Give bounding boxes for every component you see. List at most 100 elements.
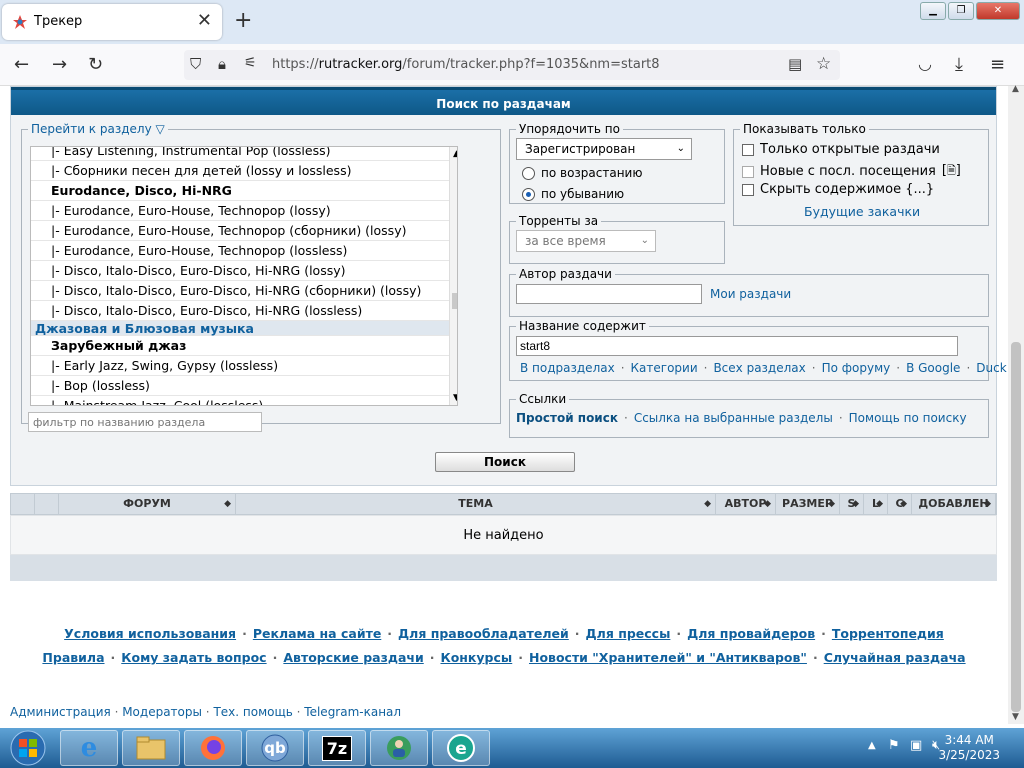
page-scroll-thumb[interactable] — [1011, 342, 1021, 712]
column-header[interactable]: C ◆ — [888, 494, 912, 514]
browser-tab[interactable]: Трекер ✕ — [2, 4, 222, 40]
footer-link[interactable]: Торрентопедия — [832, 626, 944, 641]
footer-link[interactable]: Условия использования — [64, 626, 236, 641]
restore-icon[interactable]: ❐ — [948, 2, 974, 20]
7zip-icon[interactable]: 7z — [308, 730, 366, 766]
hide-content-option[interactable]: Скрыть содержимое {...} — [742, 182, 934, 197]
column-header[interactable]: ФОРУМ ◆ — [59, 494, 236, 514]
forum-option[interactable]: |- Easy Listening, Instrumental Pop (los… — [31, 147, 457, 161]
url-bar[interactable]: ⛉ 🔒︎ ⚟ https://rutracker.org/forum/track… — [184, 50, 840, 80]
qbittorrent-icon[interactable]: qb — [246, 730, 304, 766]
forum-list-scrollbar[interactable]: ▲ ▼ — [449, 147, 457, 405]
shield-icon[interactable]: ⛉ — [190, 55, 201, 73]
page-scroll-up-icon[interactable]: ▲ — [1012, 84, 1019, 94]
forum-scroll-thumb[interactable] — [452, 293, 457, 309]
firefox-icon[interactable] — [184, 730, 242, 766]
footer-link[interactable]: Авторские раздачи — [283, 650, 423, 665]
title-search-link[interactable]: По форуму — [822, 361, 891, 375]
selected-forums-link[interactable]: Ссылка на выбранные разделы — [634, 411, 833, 425]
page-scroll-down-icon[interactable]: ▼ — [1012, 712, 1019, 722]
user-app-icon[interactable] — [370, 730, 428, 766]
my-torrents-link[interactable]: Мои раздачи — [710, 287, 791, 301]
footer-link[interactable]: Конкурсы — [440, 650, 512, 665]
edge-icon[interactable]: e — [432, 730, 490, 766]
forum-category[interactable]: Зарубежный джаз — [31, 336, 457, 356]
column-header[interactable]: АВТОР ◆ — [716, 494, 776, 514]
title-search-link[interactable]: В Google — [906, 361, 960, 375]
flag-icon[interactable]: ⚑ — [888, 738, 900, 753]
forum-option[interactable]: |- Disco, Italo-Disco, Euro-Disco, Hi-NR… — [31, 301, 457, 321]
search-button[interactable]: Поиск — [435, 452, 575, 472]
column-header[interactable]: РАЗМЕР ◆ — [776, 494, 840, 514]
new-since-option[interactable]: Новые с посл. посещения [🗎︎] — [742, 162, 961, 181]
order-asc-option[interactable]: по возрастанию — [522, 166, 642, 180]
title-search-link[interactable]: В подразделах — [520, 361, 615, 375]
forum-option[interactable]: |- Сборники песен для детей (lossy и los… — [31, 161, 457, 181]
forum-option[interactable]: |- Bop (lossless) — [31, 376, 457, 396]
column-header[interactable]: ТЕМА ◆ — [236, 494, 716, 514]
forum-filter-input[interactable] — [28, 412, 262, 432]
forum-category[interactable]: Eurodance, Disco, Hi-NRG — [31, 181, 457, 201]
column-header[interactable]: S ◆ — [840, 494, 864, 514]
simple-search-link[interactable]: Простой поиск — [516, 411, 618, 425]
column-header[interactable]: ДОБАВЛЕН ◆ — [912, 494, 996, 514]
network-icon[interactable]: ▣ — [910, 738, 922, 753]
new-since-checkbox[interactable] — [742, 165, 754, 178]
future-downloads-link[interactable]: Будущие закачки — [804, 204, 920, 219]
admin-link[interactable]: Тех. помощь — [213, 705, 292, 719]
footer-link[interactable]: Для провайдеров — [687, 626, 815, 641]
lock-icon[interactable]: 🔒︎ — [218, 55, 226, 73]
forum-option[interactable]: |- Mainstream Jazz, Cool (lossless) — [31, 396, 457, 405]
back-icon[interactable]: ← — [14, 54, 29, 75]
clock[interactable]: 3:44 AM 3/25/2023 — [938, 733, 1000, 763]
title-search-link[interactable]: Всех разделах — [713, 361, 805, 375]
forum-category[interactable]: Джазовая и Блюзовая музыка — [31, 321, 457, 336]
windows-start-icon[interactable] — [4, 730, 52, 766]
forum-option[interactable]: |- Early Jazz, Swing, Gypsy (lossless) — [31, 356, 457, 376]
explorer-icon[interactable] — [122, 730, 180, 766]
download-icon[interactable]: ⤓ — [955, 54, 963, 75]
order-desc-option[interactable]: по убыванию — [522, 187, 624, 201]
author-input[interactable] — [516, 284, 702, 304]
admin-link[interactable]: Telegram-канал — [304, 705, 401, 719]
reader-view-icon[interactable]: ▤ — [788, 55, 802, 73]
footer-link[interactable]: Кому задать вопрос — [121, 650, 266, 665]
footer-link[interactable]: Правила — [42, 650, 104, 665]
page-scrollbar[interactable]: ▲ ▼ — [1008, 84, 1024, 724]
scroll-up-icon[interactable]: ▲ — [453, 149, 457, 159]
tray-expand-icon[interactable]: ▲ — [868, 740, 876, 751]
footer-link[interactable]: Случайная раздача — [824, 650, 966, 665]
reload-icon[interactable]: ↻ — [88, 54, 103, 75]
forum-option[interactable]: |- Eurodance, Euro-House, Technopop (los… — [31, 241, 457, 261]
period-select[interactable]: за все время ⌄ — [516, 230, 656, 252]
tab-close-icon[interactable]: ✕ — [197, 10, 212, 31]
forum-list[interactable]: |- Easy Listening, Instrumental Pop (los… — [30, 146, 458, 406]
radio-asc[interactable] — [522, 166, 535, 180]
hide-content-checkbox[interactable] — [742, 183, 754, 196]
title-search-link[interactable]: Duck — [976, 361, 1006, 375]
footer-link[interactable]: Реклама на сайте — [253, 626, 381, 641]
open-only-option[interactable]: Только открытые раздачи — [742, 142, 940, 157]
search-help-link[interactable]: Помощь по поиску — [849, 411, 967, 425]
forward-icon[interactable]: → — [52, 54, 67, 75]
minimize-icon[interactable]: ▁ — [920, 2, 946, 20]
new-tab-icon[interactable]: + — [234, 8, 252, 33]
ie-icon[interactable]: e — [60, 730, 118, 766]
bookmark-star-icon[interactable]: ☆ — [816, 54, 831, 74]
open-only-checkbox[interactable] — [742, 143, 754, 156]
admin-link[interactable]: Администрация — [10, 705, 111, 719]
title-input[interactable] — [516, 336, 958, 356]
footer-link[interactable]: Новости "Хранителей" и "Антикваров" — [529, 650, 807, 665]
forum-option[interactable]: |- Eurodance, Euro-House, Technopop (сбо… — [31, 221, 457, 241]
pocket-icon[interactable]: ◡ — [918, 54, 932, 73]
menu-icon[interactable]: ≡ — [990, 54, 1005, 75]
order-select[interactable]: Зарегистрирован ⌄ — [516, 138, 692, 160]
forums-legend[interactable]: Перейти к разделу ▽ — [28, 122, 168, 136]
forum-option[interactable]: |- Disco, Italo-Disco, Euro-Disco, Hi-NR… — [31, 281, 457, 301]
forum-option[interactable]: |- Eurodance, Euro-House, Technopop (los… — [31, 201, 457, 221]
permissions-icon[interactable]: ⚟ — [244, 55, 257, 71]
footer-link[interactable]: Для правообладателей — [398, 626, 569, 641]
close-window-icon[interactable]: ✕ — [976, 2, 1020, 20]
footer-link[interactable]: Для прессы — [586, 626, 671, 641]
title-search-link[interactable]: Категории — [631, 361, 698, 375]
